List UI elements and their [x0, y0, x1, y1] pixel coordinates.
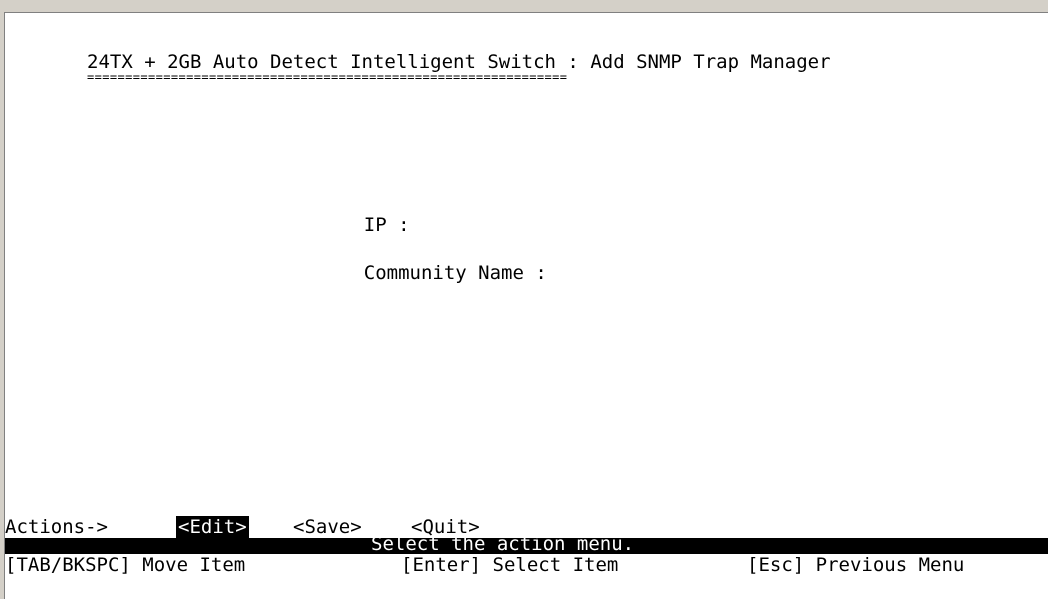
terminal-screen[interactable]: 24TX + 2GB Auto Detect Intelligent Switc…: [4, 12, 1048, 599]
ip-label: IP :: [363, 214, 410, 236]
help-esc-hint: [Esc] Previous Menu: [747, 554, 965, 576]
actions-label: Actions->: [5, 516, 108, 538]
help-tab-hint: [TAB/BKSPC] Move Item: [5, 554, 246, 576]
actions-bar: Actions-> <Edit> <Save> <Quit>: [5, 516, 480, 538]
community-name-field[interactable]: Community Name :: [318, 240, 547, 306]
save-action[interactable]: <Save>: [293, 516, 362, 538]
status-message: Select the action menu.: [371, 533, 635, 555]
help-enter-hint: [Enter] Select Item: [401, 554, 619, 576]
edit-action[interactable]: <Edit>: [176, 516, 249, 538]
help-bar: [TAB/BKSPC] Move Item [Enter] Select Ite…: [5, 554, 1048, 576]
title-underline: ========================================…: [87, 70, 568, 84]
status-bar: Select the action menu.: [5, 533, 1048, 555]
community-name-label: Community Name :: [363, 262, 547, 284]
